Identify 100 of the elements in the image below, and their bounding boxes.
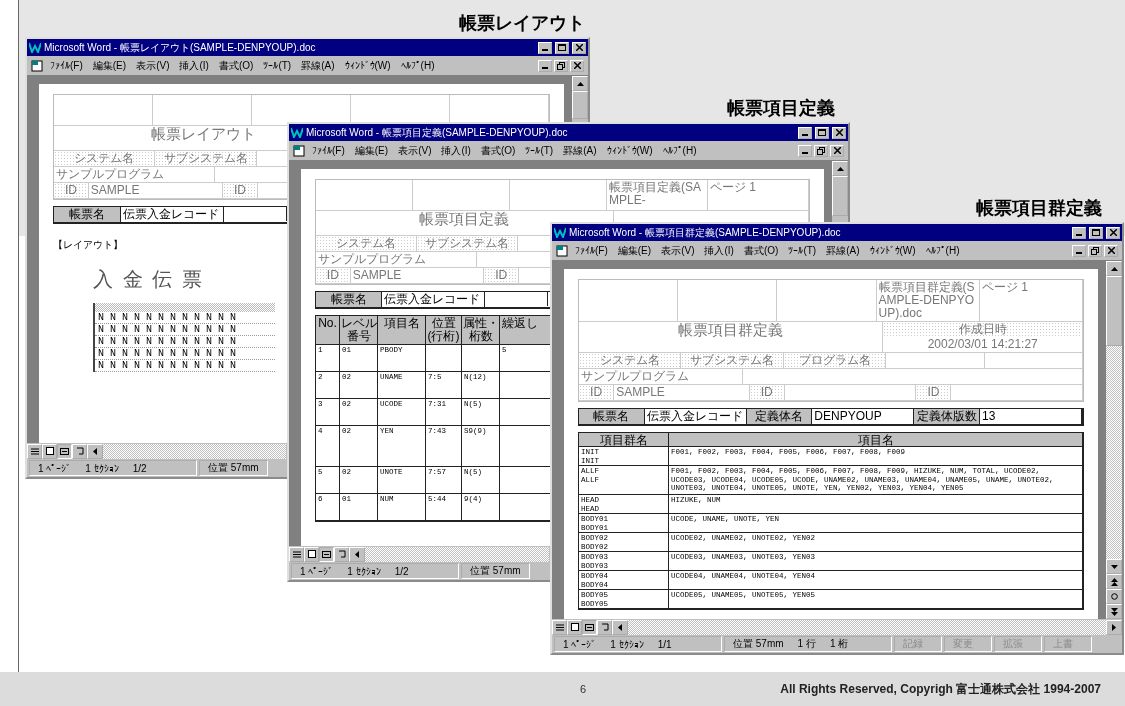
up-arrow-icon: [576, 81, 584, 86]
status-text: 1 行: [797, 637, 816, 651]
field-label: 帳票名: [579, 409, 645, 424]
menu-item[interactable]: 書式(O): [476, 143, 520, 158]
maximize-button[interactable]: [1089, 226, 1103, 239]
view-button[interactable]: [319, 546, 334, 562]
restore-button[interactable]: [554, 59, 568, 72]
next-page-button[interactable]: [1106, 604, 1122, 619]
maximize-button[interactable]: [815, 126, 829, 139]
close-button[interactable]: [1106, 226, 1120, 239]
menu-item[interactable]: 表示(V): [394, 143, 436, 158]
menu-item[interactable]: 表示(V): [657, 243, 699, 258]
view-button[interactable]: [582, 619, 597, 635]
up-arrow-icon: [836, 166, 844, 171]
menu-item[interactable]: ｳｨﾝﾄﾞｳ(W): [865, 245, 920, 256]
slide-caption: 帳票項目定義: [727, 97, 835, 120]
scroll-up-button[interactable]: [832, 161, 848, 176]
menu-item[interactable]: ﾍﾙﾌﾟ(H): [396, 60, 439, 71]
view-button[interactable]: [72, 443, 87, 459]
menu-item[interactable]: ｳｨﾝﾄﾞｳ(W): [602, 145, 657, 156]
scroll-thumb[interactable]: [572, 91, 588, 119]
table-cell: ID: [54, 183, 89, 198]
field-label: 定義体名: [746, 409, 813, 424]
horizontal-scrollbar[interactable]: [365, 546, 549, 562]
close-button[interactable]: [832, 126, 846, 139]
minimize-button[interactable]: [1072, 226, 1086, 239]
slide-caption: 帳票項目群定義: [976, 197, 1102, 220]
menu-item[interactable]: 罫線(A): [822, 243, 864, 258]
view-button[interactable]: [57, 443, 72, 459]
layout-icon: [322, 550, 331, 558]
minimize-button[interactable]: [538, 59, 552, 72]
close-button[interactable]: [572, 41, 586, 54]
view-button[interactable]: [334, 546, 349, 562]
browse-object-button[interactable]: [1106, 589, 1122, 604]
view-button[interactable]: [552, 619, 567, 635]
menu-item[interactable]: ﾂｰﾙ(T): [259, 60, 296, 71]
scroll-left-button[interactable]: [349, 546, 365, 562]
view-button[interactable]: [304, 546, 319, 562]
table-cell: 帳票項目群定義(SAMPLE-DENPYOUP).doc: [876, 280, 980, 321]
menu-item[interactable]: ﾍﾙﾌﾟ(H): [658, 145, 701, 156]
column-header: レベル番号: [340, 316, 378, 344]
view-button[interactable]: [567, 619, 582, 635]
view-button[interactable]: [42, 443, 57, 459]
minimize-button[interactable]: [538, 41, 552, 54]
circle-icon: [1110, 593, 1118, 600]
menu-item[interactable]: 罫線(A): [559, 143, 601, 158]
table-cell: ID: [916, 385, 952, 400]
restore-button[interactable]: [1088, 244, 1102, 257]
table-cell: 2002/03/01 14:21:27: [883, 337, 1083, 352]
scroll-down-button[interactable]: [1106, 559, 1122, 574]
close-button[interactable]: [570, 59, 584, 72]
minimize-button[interactable]: [798, 144, 812, 157]
menu-item[interactable]: 罫線(A): [297, 58, 339, 73]
scroll-right-button[interactable]: [1106, 619, 1122, 635]
vertical-scrollbar[interactable]: [1106, 261, 1122, 619]
view-button[interactable]: [289, 546, 304, 562]
minimize-button[interactable]: [798, 126, 812, 139]
view-button[interactable]: [27, 443, 42, 459]
scroll-thumb[interactable]: [832, 176, 848, 216]
menu-item[interactable]: ﾌｧｲﾙ(F): [46, 60, 87, 71]
menu-item[interactable]: ﾂｰﾙ(T): [784, 245, 821, 256]
table-cell: サンプルプログラム: [579, 369, 744, 384]
menu-item[interactable]: 書式(O): [214, 58, 258, 73]
close-button[interactable]: [830, 144, 844, 157]
menu-item[interactable]: 挿入(I): [175, 58, 213, 73]
menu-item[interactable]: ﾍﾙﾌﾟ(H): [921, 245, 964, 256]
table-cell: 作成日時: [883, 322, 1083, 337]
scroll-left-button[interactable]: [612, 619, 628, 635]
horizontal-scrollbar[interactable]: [103, 443, 286, 459]
menu-item[interactable]: ﾌｧｲﾙ(F): [571, 245, 612, 256]
up-arrow-icon: [1110, 266, 1118, 271]
horizontal-scrollbar[interactable]: [628, 619, 1106, 635]
close-icon: [1107, 247, 1115, 254]
previous-page-button[interactable]: [1106, 574, 1122, 589]
outline-icon: [75, 447, 84, 455]
status-text: 1/2: [394, 565, 409, 577]
menu-item[interactable]: ﾂｰﾙ(T): [521, 145, 558, 156]
status-text: 1/2: [132, 462, 147, 474]
status-text: 位置 57mm: [470, 564, 521, 578]
restore-button[interactable]: [814, 144, 828, 157]
maximize-button[interactable]: [555, 41, 569, 54]
minimize-button[interactable]: [1072, 244, 1086, 257]
layout-icon: [585, 623, 594, 631]
scroll-up-button[interactable]: [572, 76, 588, 91]
lines-icon: [555, 623, 564, 631]
menu-item[interactable]: ｳｨﾝﾄﾞｳ(W): [340, 60, 395, 71]
table-cell: サブシステム名: [155, 151, 257, 166]
scroll-thumb[interactable]: [1106, 276, 1122, 346]
menu-item[interactable]: 書式(O): [739, 243, 783, 258]
scroll-up-button[interactable]: [1106, 261, 1122, 276]
menu-item[interactable]: 挿入(I): [437, 143, 475, 158]
grid-row-text: N N N N N N N N N N N N: [95, 312, 275, 324]
menu-item[interactable]: 編集(E): [613, 243, 656, 258]
menu-item[interactable]: 表示(V): [132, 58, 174, 73]
menu-item[interactable]: 挿入(I): [700, 243, 738, 258]
view-button[interactable]: [597, 619, 612, 635]
close-button[interactable]: [1104, 244, 1118, 257]
scroll-left-button[interactable]: [87, 443, 103, 459]
menu-item[interactable]: 編集(E): [350, 143, 393, 158]
menu-item[interactable]: 編集(E): [88, 58, 131, 73]
